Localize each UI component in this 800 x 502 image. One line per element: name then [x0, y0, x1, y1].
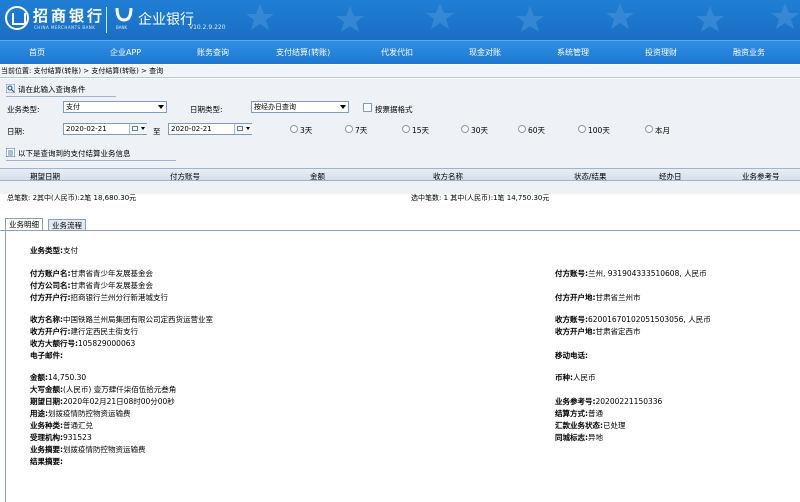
nav-item-app[interactable]: 企业APP [110, 47, 141, 58]
nav-item-payment[interactable]: 支付结算(转账) [276, 47, 330, 58]
query-section-header: 请在此输入查询条件 [6, 84, 86, 95]
detail-payee-bank: 收方开户行:建行定西民主街支行 [30, 327, 138, 336]
col-handle-date[interactable]: 经办日 [659, 171, 682, 182]
range-radio-15d[interactable] [402, 125, 410, 133]
detail-payee-bank-no: 收方大额行号:105829000063 [30, 339, 136, 348]
detail-biz-type: 业务类型:支付 [30, 246, 78, 255]
results-section-title: 以下是查询到的支付结算业务信息 [18, 149, 131, 158]
calendar-icon[interactable] [129, 124, 147, 134]
date-from-value: 2020-02-21 [66, 125, 107, 133]
detail-payee-name: 收方名称:中国铁路兰州局集团有限公司定西货运营业室 [30, 315, 213, 324]
detail-settle-mode: 结算方式:普通 [555, 409, 603, 418]
date-type-select[interactable]: 按经办日查询 [251, 101, 349, 113]
range-radio-30d[interactable] [461, 125, 469, 133]
col-amount[interactable]: 金额 [310, 171, 325, 182]
biz-type-select[interactable]: 支付 [63, 101, 167, 113]
selected-summary: 选中笔数: 1 其中(人民币):1笔 14,750.30元 [411, 194, 550, 202]
detail-biz-kind: 业务种类:普通汇兑 [30, 421, 93, 430]
col-payer-account[interactable]: 付方账号 [170, 171, 200, 182]
receipt-format-label: 按票据格式 [375, 105, 413, 114]
results-section-header: 以下是查询到的支付结算业务信息 [6, 148, 131, 159]
total-summary: 总笔数: 2其中(人民币):2笔 18,680.30元 [7, 194, 137, 202]
detail-payer-name: 付方账户名:甘肃省青少年发展基金会 [30, 269, 153, 278]
range-label-15d: 15天 [412, 126, 430, 135]
detail-purpose: 用途:划拨疫情防控物资运输费 [30, 409, 131, 418]
app-header: 招商银行 CHINA MERCHANTS BANK BANK 企业银行 V10.… [0, 0, 800, 40]
range-radio-month[interactable] [645, 125, 653, 133]
detail-email: 电子邮件: [30, 351, 63, 360]
col-payee-name[interactable]: 收方名称 [433, 171, 463, 182]
query-section-title: 请在此输入查询条件 [18, 85, 86, 94]
range-radio-100d[interactable] [578, 125, 586, 133]
detail-ref-no: 业务参考号:20200221150336 [555, 397, 663, 406]
nav-item-financing[interactable]: 融资业务 [733, 47, 765, 58]
version-label: V10.2.9.220 [189, 24, 226, 31]
detail-payer-bank: 付方开户行:招商银行兰州分行新港城支行 [30, 293, 168, 302]
detail-remit-status: 汇款业务状态:已处理 [555, 421, 626, 430]
main-nav: 首页 企业APP 账务查询 支付结算(转账) 代发代扣 现金对账 系统管理 投资… [0, 40, 800, 64]
nav-item-account-query[interactable]: 账务查询 [197, 47, 229, 58]
chevron-down-icon [340, 105, 346, 109]
biz-type-label: 业务类型: [7, 105, 40, 114]
search-icon [6, 84, 15, 93]
range-label-3d: 3天 [300, 126, 313, 135]
col-ref-no[interactable]: 业务参考号 [742, 171, 780, 182]
header-divider [106, 7, 107, 33]
system-title: 企业银行 [138, 12, 194, 28]
biz-type-value: 支付 [66, 103, 80, 111]
breadcrumb: 当前位置: 支付结算(转账) > 支付结算(转账) > 查询 [0, 65, 800, 78]
detail-biz-summary: 业务摘要:划拨疫情防控物资运输费 [30, 445, 146, 454]
date-from-field[interactable]: 2020-02-21 [63, 123, 147, 135]
corporate-bank-logo-icon [115, 7, 133, 22]
range-radio-7d[interactable] [345, 125, 353, 133]
range-radio-60d[interactable] [518, 125, 526, 133]
list-icon [6, 148, 15, 157]
date-type-value: 按经办日查询 [254, 103, 296, 111]
col-status[interactable]: 状态/结果 [574, 171, 607, 182]
calendar-icon[interactable] [234, 124, 252, 134]
detail-payer-location: 付方开户地:甘肃省兰州市 [555, 293, 641, 302]
detail-intercity: 同城标志:异地 [555, 433, 603, 442]
header-decoration [246, 3, 799, 32]
date-to-value: 2020-02-21 [171, 125, 212, 133]
date-label: 日期: [7, 127, 25, 136]
detail-currency: 币种:人民币 [555, 373, 596, 382]
results-table-header: 期望日期 付方账号 金额 收方名称 状态/结果 经办日 业务参考号 [0, 168, 800, 181]
nav-item-payroll[interactable]: 代发代扣 [381, 47, 413, 58]
bank-mark-label: BANK [116, 25, 128, 30]
detail-payer-company: 付方公司名:甘肃省青少年发展基金会 [30, 281, 153, 290]
range-label-7d: 7天 [355, 126, 368, 135]
brand-english-name: CHINA MERCHANTS BANK [34, 25, 96, 30]
date-to-separator: 至 [153, 127, 161, 136]
detail-org: 受理机构:931523 [30, 433, 92, 442]
receipt-format-checkbox[interactable] [363, 103, 372, 112]
detail-expect-date: 期望日期:2020年02月21日08时00分00秒 [30, 397, 175, 406]
detail-amount-upper: 大写金额:(人民币) 壹万肆仟柒佰伍拾元叁角 [30, 385, 177, 394]
cmb-logo-icon [5, 6, 29, 30]
nav-item-home[interactable]: 首页 [29, 47, 45, 58]
query-header-underline [6, 96, 116, 97]
range-radio-3d[interactable] [290, 125, 298, 133]
range-label-month: 本月 [655, 126, 670, 135]
nav-item-system[interactable]: 系统管理 [557, 47, 589, 58]
range-label-60d: 60天 [528, 126, 546, 135]
detail-amount: 金额:14,750.30 [30, 373, 87, 382]
chevron-down-icon [158, 105, 164, 109]
col-expect-date[interactable]: 期望日期 [30, 171, 60, 182]
date-to-field[interactable]: 2020-02-21 [168, 123, 252, 135]
nav-item-reconciliation[interactable]: 现金对账 [469, 47, 501, 58]
date-type-label: 日期类型: [190, 105, 223, 114]
brand-name: 招商银行 [33, 7, 106, 25]
detail-payer-account: 付方账号:兰州, 931904333510608, 人民币 [555, 269, 707, 278]
range-label-100d: 100天 [588, 126, 610, 135]
detail-result-summary: 结果摘要: [30, 457, 63, 466]
range-label-30d: 30天 [471, 126, 489, 135]
results-header-underline [6, 160, 176, 161]
nav-item-investment[interactable]: 投资理财 [645, 47, 677, 58]
detail-payee-account: 收方账号:62001670102051503056, 人民币 [555, 315, 711, 324]
detail-payee-location: 收方开户地:甘肃省定西市 [555, 327, 641, 336]
detail-mobile: 移动电话: [555, 351, 588, 360]
